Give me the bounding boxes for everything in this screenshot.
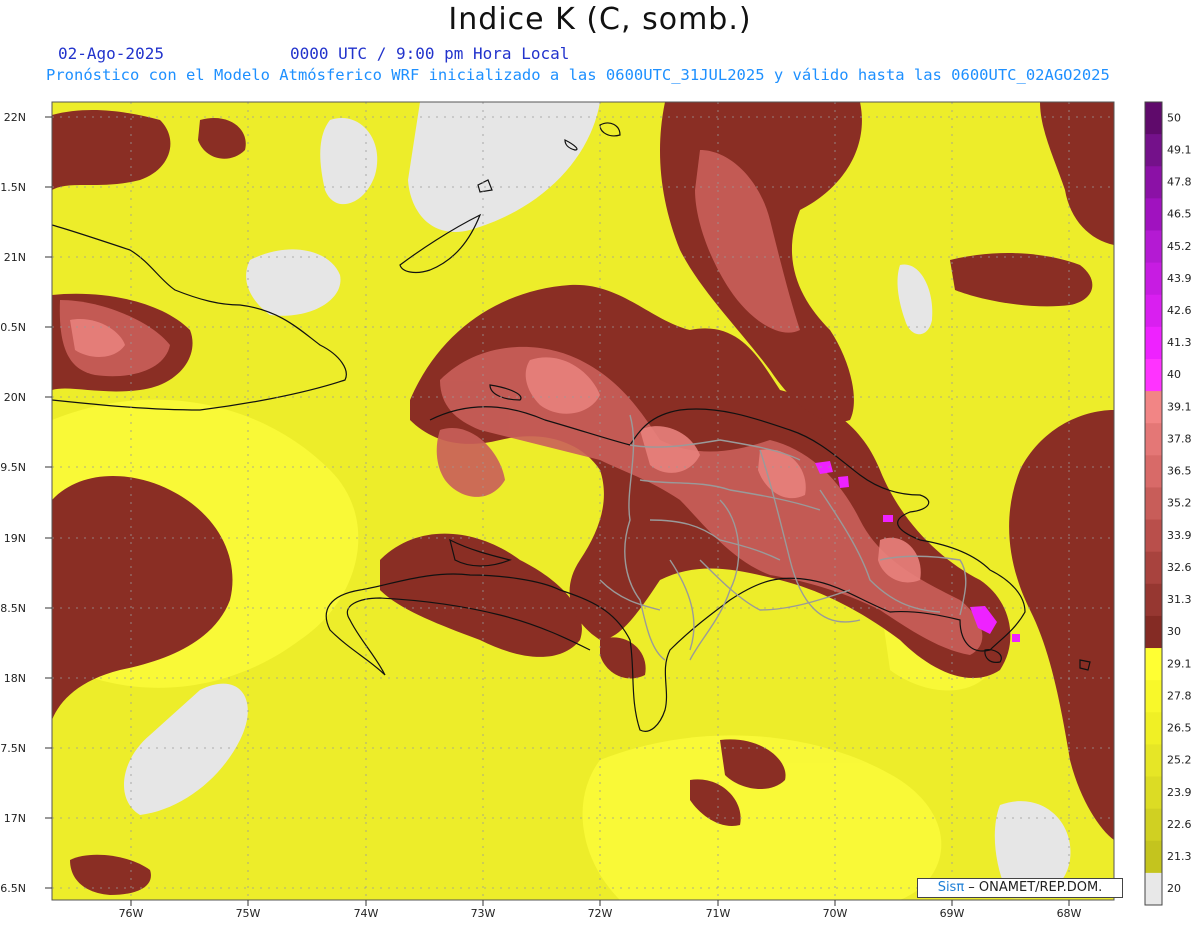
colorbar-swatch bbox=[1145, 134, 1162, 167]
colorbar-label: 40 bbox=[1167, 368, 1181, 381]
colorbar-swatch bbox=[1145, 648, 1162, 681]
lat-label: 18.5N bbox=[0, 602, 26, 615]
colorbar-label: 31.3 bbox=[1167, 593, 1192, 606]
lon-label: 72W bbox=[588, 907, 613, 920]
colorbar-swatch bbox=[1145, 423, 1162, 456]
colorbar-swatch bbox=[1145, 744, 1162, 778]
lon-label: 73W bbox=[471, 907, 496, 920]
colorbar-label: 22.6 bbox=[1167, 818, 1192, 831]
colorbar-swatch bbox=[1145, 615, 1162, 649]
colorbar: 50 49.1 47.8 46.5 45.2 43.9 42.6 41.3 40 39.1 37.8… bbox=[1144, 101, 1192, 906]
colorbar-swatch bbox=[1145, 712, 1162, 745]
colorbar-swatch bbox=[1145, 680, 1162, 713]
k-index-map: 22N 21.5N 21N 20.5N 20N 19.5N 19N 18.5N … bbox=[0, 101, 1192, 920]
colorbar-swatch bbox=[1145, 583, 1162, 617]
colorbar-swatch bbox=[1145, 230, 1162, 264]
lon-label: 71W bbox=[706, 907, 731, 920]
colorbar-swatch bbox=[1145, 776, 1162, 810]
colorbar-swatch bbox=[1145, 455, 1162, 488]
colorbar-label: 26.5 bbox=[1167, 722, 1192, 735]
lat-label: 19.5N bbox=[0, 461, 26, 474]
lat-label: 20.5N bbox=[0, 321, 26, 334]
colorbar-label: 39.1 bbox=[1167, 400, 1192, 413]
colorbar-label: 46.5 bbox=[1167, 208, 1192, 221]
colorbar-label: 45.2 bbox=[1167, 240, 1192, 253]
colorbar-label: 25.2 bbox=[1167, 754, 1192, 767]
colorbar-label: 23.9 bbox=[1167, 786, 1192, 799]
lon-labels: 76W 75W 74W 73W 72W 71W 70W 69W 68W bbox=[119, 907, 1082, 920]
lat-label: 17.5N bbox=[0, 742, 26, 755]
lat-label: 21N bbox=[4, 251, 26, 264]
colorbar-swatch bbox=[1145, 391, 1162, 424]
lat-label: 22N bbox=[4, 111, 26, 124]
colorbar-swatch bbox=[1145, 198, 1162, 231]
lat-label: 21.5N bbox=[0, 181, 26, 194]
lat-label: 17N bbox=[4, 812, 26, 825]
colorbar-swatch bbox=[1145, 840, 1162, 874]
colorbar-swatch bbox=[1145, 551, 1162, 585]
lon-ticks bbox=[130, 900, 1070, 906]
colorbar-label: 36.5 bbox=[1167, 465, 1192, 478]
colorbar-label: 41.3 bbox=[1167, 336, 1192, 349]
colorbar-label: 35.2 bbox=[1167, 497, 1192, 510]
lon-label: 70W bbox=[823, 907, 848, 920]
credit-text: – ONAMET/REP.DOM. bbox=[964, 880, 1103, 895]
colorbar-label: 29.1 bbox=[1167, 657, 1192, 670]
lon-label: 68W bbox=[1057, 907, 1082, 920]
colorbar-label: 47.8 bbox=[1167, 176, 1192, 189]
lat-label: 20N bbox=[4, 391, 26, 404]
lat-label: 16.5N bbox=[0, 882, 26, 895]
colorbar-swatch bbox=[1145, 808, 1162, 842]
colorbar-swatch bbox=[1145, 872, 1162, 906]
lat-ticks bbox=[45, 116, 52, 889]
colorbar-swatch bbox=[1145, 358, 1162, 392]
lon-label: 76W bbox=[119, 907, 144, 920]
lon-label: 75W bbox=[236, 907, 261, 920]
credit-box: Sisπ – ONAMET/REP.DOM. bbox=[917, 878, 1123, 898]
lat-label: 18N bbox=[4, 672, 26, 685]
colorbar-label: 42.6 bbox=[1167, 304, 1192, 317]
colorbar-swatch bbox=[1145, 262, 1162, 296]
colorbar-swatch bbox=[1145, 166, 1162, 199]
lon-label: 74W bbox=[354, 907, 379, 920]
colorbar-swatch bbox=[1145, 519, 1162, 553]
lon-label: 69W bbox=[940, 907, 965, 920]
colorbar-label: 21.3 bbox=[1167, 850, 1192, 863]
colorbar-swatch bbox=[1145, 487, 1162, 521]
colorbar-label: 30 bbox=[1167, 625, 1181, 638]
colorbar-swatch bbox=[1145, 326, 1162, 360]
colorbar-label: 43.9 bbox=[1167, 272, 1192, 285]
colorbar-swatch bbox=[1145, 294, 1162, 328]
lat-label: 19N bbox=[4, 532, 26, 545]
colorbar-label: 20 bbox=[1167, 882, 1181, 895]
credit-logo: Sisπ bbox=[937, 880, 965, 895]
colorbar-label: 50 bbox=[1167, 111, 1181, 124]
lat-labels: 22N 21.5N 21N 20.5N 20N 19.5N 19N 18.5N … bbox=[0, 111, 26, 895]
colorbar-label: 37.8 bbox=[1167, 432, 1192, 445]
colorbar-label: 27.8 bbox=[1167, 689, 1192, 702]
colorbar-label: 32.6 bbox=[1167, 561, 1192, 574]
colorbar-swatch bbox=[1145, 102, 1162, 135]
colorbar-label: 49.1 bbox=[1167, 143, 1192, 156]
colorbar-label: 33.9 bbox=[1167, 529, 1192, 542]
